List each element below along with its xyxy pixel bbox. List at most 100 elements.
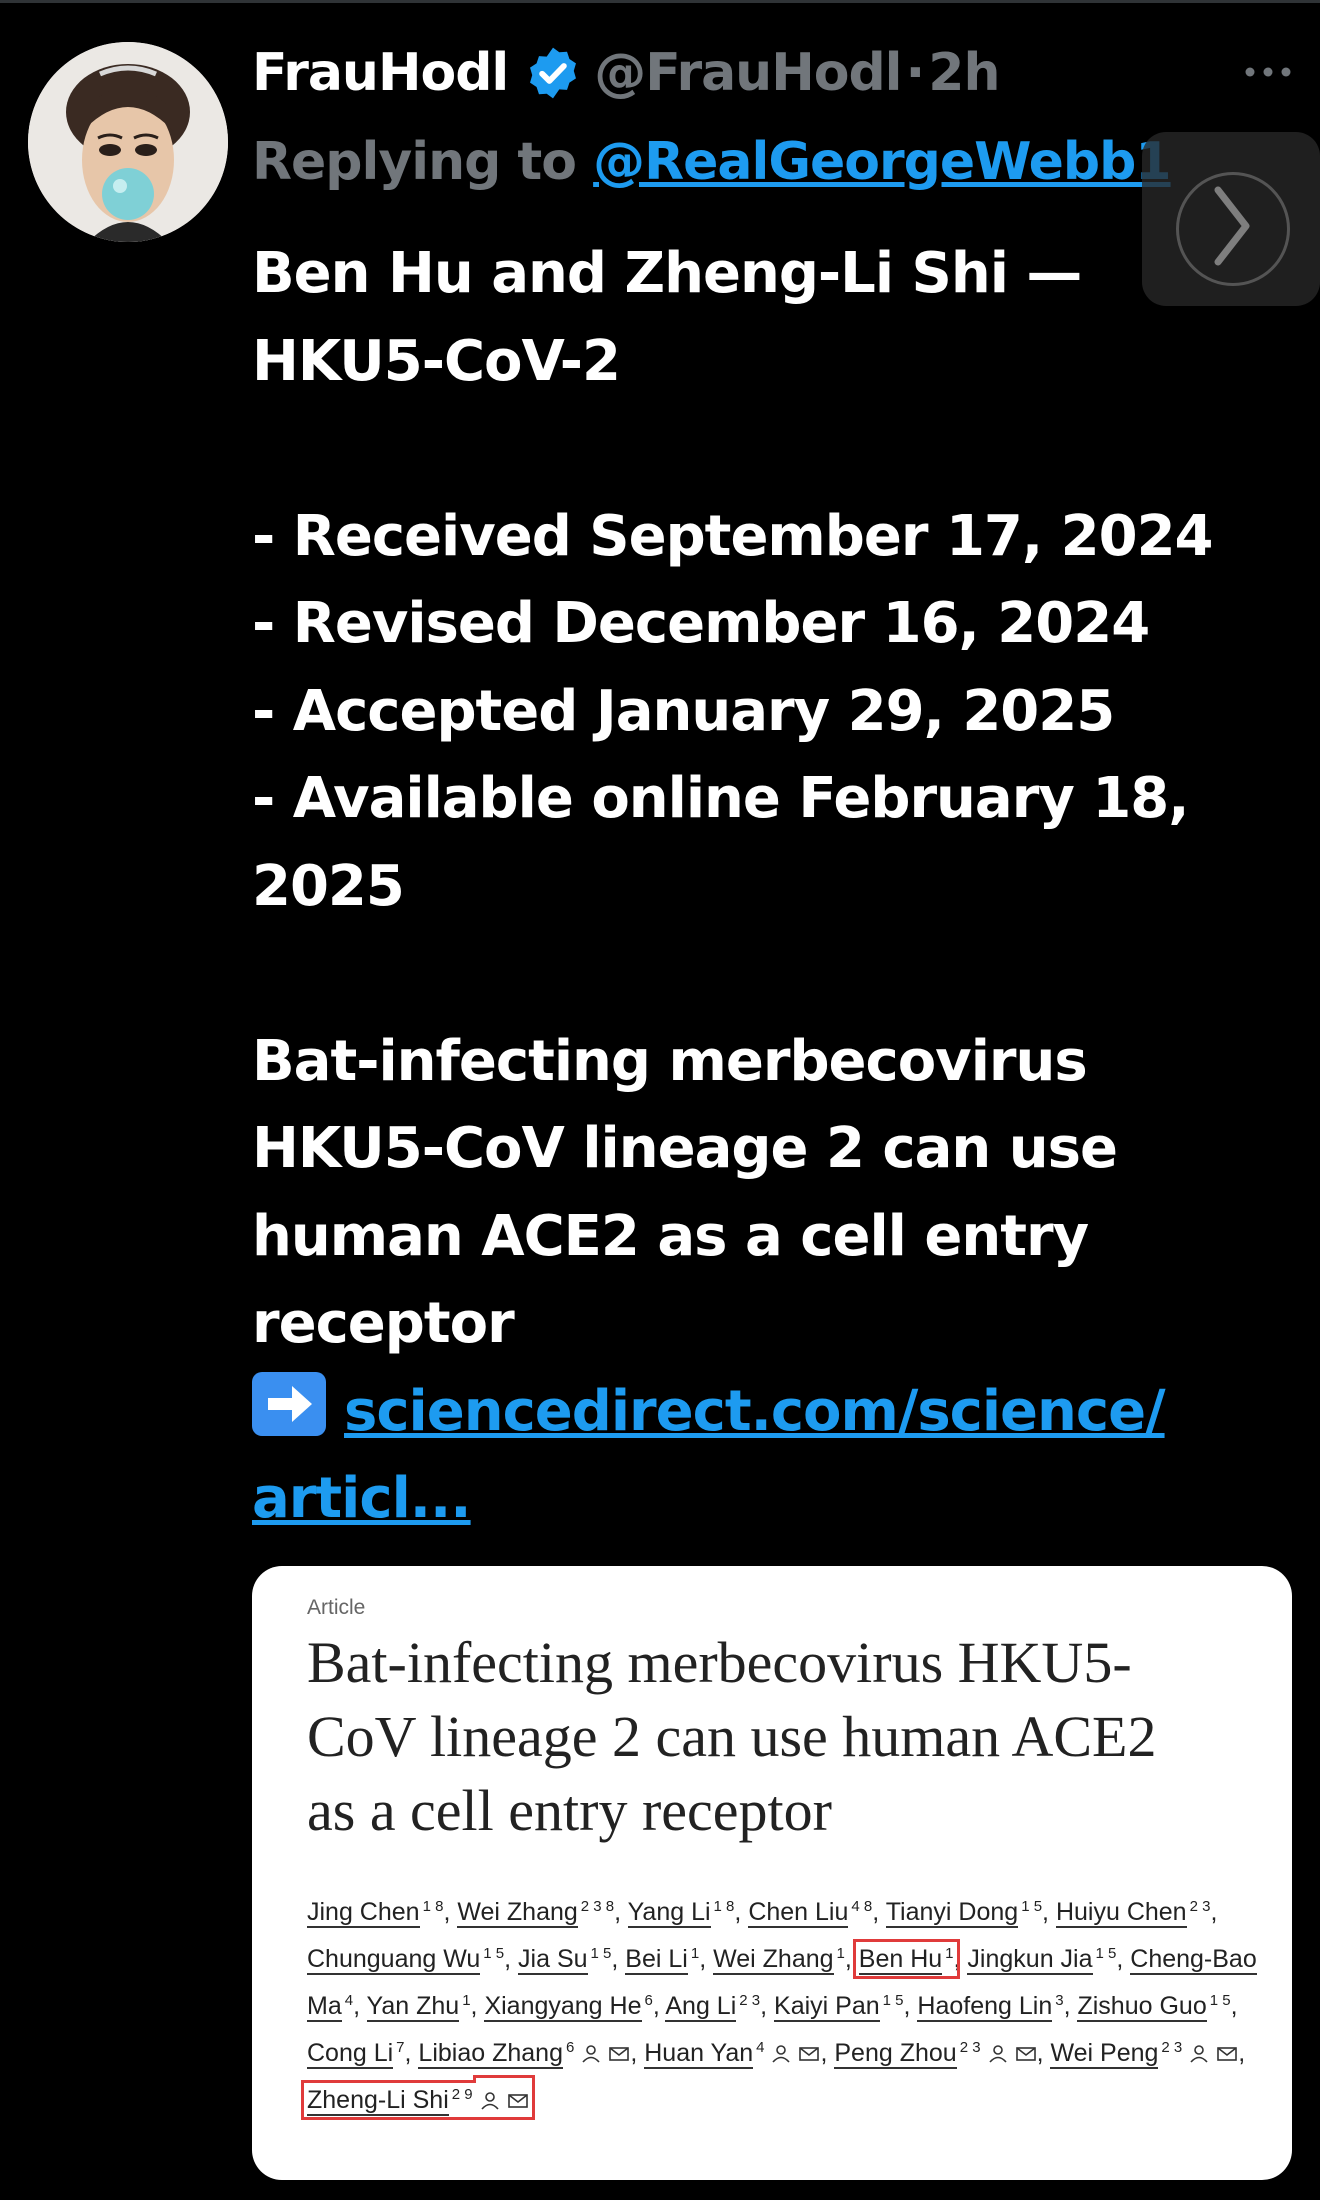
timestamp[interactable]: 2h bbox=[928, 43, 1000, 103]
mail-icon[interactable] bbox=[1216, 2034, 1238, 2061]
mail-icon[interactable] bbox=[608, 2034, 630, 2061]
author-affiliation: 2 3 bbox=[959, 2039, 981, 2056]
author-name[interactable]: Haofeng Lin bbox=[917, 1992, 1053, 2022]
article-title-line: CoV lineage 2 can use human ACE2 bbox=[307, 1704, 1157, 1769]
display-name[interactable]: FrauHodl bbox=[252, 43, 509, 103]
author-affiliation: 1 5 bbox=[590, 1945, 612, 1962]
author-name[interactable]: Huiyu Chen bbox=[1055, 1898, 1187, 1928]
author-entry[interactable]: Tianyi Dong 1 5 bbox=[885, 1898, 1042, 1928]
author-separator: , bbox=[630, 2039, 645, 2067]
author-name[interactable]: Peng Zhou bbox=[834, 2039, 957, 2069]
author-separator: , bbox=[1063, 1992, 1078, 2020]
author-name[interactable]: Chunguang Wu bbox=[307, 1945, 481, 1975]
right-arrow-emoji-icon bbox=[252, 1371, 326, 1436]
author-affiliation: 2 3 bbox=[1161, 2039, 1183, 2056]
author-entry[interactable]: Ben Hu 1 bbox=[852, 1939, 960, 1979]
author-name[interactable]: Huan Yan bbox=[644, 2039, 754, 2069]
author-name[interactable]: Bei Li bbox=[625, 1945, 688, 1975]
article-type-label: Article bbox=[307, 1596, 366, 1619]
avatar[interactable] bbox=[28, 42, 228, 242]
author-name[interactable]: Ben Hu bbox=[858, 1945, 943, 1975]
replying-to-label: Replying to bbox=[252, 132, 577, 192]
author-name[interactable]: Cong Li bbox=[307, 2039, 394, 2069]
author-separator: , bbox=[760, 1992, 775, 2020]
author-name[interactable]: Zishuo Guo bbox=[1077, 1992, 1207, 2022]
replying-to: Replying to @RealGeorgeWebb1 bbox=[252, 132, 1172, 192]
author-name[interactable]: Libiao Zhang bbox=[418, 2039, 563, 2069]
author-affiliation: 6 bbox=[565, 2039, 575, 2056]
author-separator: , bbox=[820, 2039, 835, 2067]
author-separator: , bbox=[1042, 1898, 1056, 1926]
author-affiliation: 2 3 bbox=[1189, 1898, 1211, 1915]
author-entry[interactable]: Cong Li 7 bbox=[307, 2039, 405, 2069]
handle[interactable]: @FrauHodl bbox=[594, 43, 902, 103]
author-affiliation: 1 8 bbox=[422, 1898, 444, 1915]
more-horizontal-icon[interactable] bbox=[1238, 52, 1298, 92]
author-entry[interactable]: Wei Zhang 1 bbox=[713, 1945, 845, 1975]
author-entry[interactable]: Jing Chen 1 8 bbox=[307, 1898, 444, 1928]
author-entry[interactable]: Ang Li 2 3 bbox=[665, 1992, 760, 2022]
replying-to-handle-link[interactable]: @RealGeorgeWebb1 bbox=[593, 132, 1171, 192]
author-entry[interactable]: Wei Peng 2 3 bbox=[1050, 2039, 1238, 2069]
tweet-header: FrauHodl @FrauHodl · 2h bbox=[252, 38, 1000, 108]
top-divider bbox=[0, 0, 1320, 3]
article-image-card[interactable]: Article Bat-infecting merbecovirus HKU5-… bbox=[252, 1566, 1292, 2180]
person-icon[interactable] bbox=[580, 2034, 602, 2063]
author-list: Jing Chen 1 8, Wei Zhang 2 3 8, Yang Li 1 8… bbox=[301, 1886, 1267, 2121]
person-icon[interactable] bbox=[1188, 2034, 1210, 2063]
author-entry[interactable]: Yan Zhu 1 bbox=[366, 1992, 471, 2022]
author-entry[interactable]: Yang Li 1 8 bbox=[627, 1898, 734, 1928]
author-entry[interactable]: Libiao Zhang 6 bbox=[418, 2039, 630, 2069]
article-link[interactable]: sciencedirect.com/science/ bbox=[344, 1379, 1166, 1444]
author-separator: , bbox=[953, 1945, 968, 1973]
author-name[interactable]: Yang Li bbox=[627, 1898, 711, 1928]
author-name[interactable]: Ang Li bbox=[665, 1992, 737, 2022]
author-name[interactable]: Kaiyi Pan bbox=[774, 1992, 880, 2022]
person-icon[interactable] bbox=[770, 2034, 792, 2063]
author-entry[interactable]: Huiyu Chen 2 3 bbox=[1055, 1898, 1211, 1928]
mail-icon[interactable] bbox=[1015, 2034, 1037, 2061]
article-title-line: Bat-infecting merbecovirus HKU5- bbox=[307, 1630, 1132, 1695]
author-separator: , bbox=[353, 1992, 367, 2020]
author-entry[interactable]: Zheng-Li Shi 2 9 bbox=[301, 2080, 535, 2120]
author-name[interactable]: Zheng-Li Shi bbox=[307, 2086, 449, 2116]
author-entry[interactable]: Huan Yan 4 bbox=[644, 2039, 820, 2069]
author-entry[interactable]: Peng Zhou 2 3 bbox=[834, 2039, 1036, 2069]
author-name[interactable]: Chen Liu bbox=[748, 1898, 849, 1928]
author-entry[interactable]: Zishuo Guo 1 5 bbox=[1077, 1992, 1231, 2022]
author-name[interactable]: Wei Peng bbox=[1050, 2039, 1159, 2069]
author-entry[interactable]: Chen Liu 4 8 bbox=[748, 1898, 872, 1928]
author-name[interactable]: Jing Chen bbox=[307, 1898, 420, 1928]
author-entry[interactable]: Haofeng Lin 3 bbox=[917, 1992, 1064, 2022]
mail-icon[interactable] bbox=[798, 2034, 820, 2061]
author-name[interactable]: Xiangyang He bbox=[484, 1992, 642, 2022]
author-name[interactable]: Wei Zhang bbox=[713, 1945, 834, 1975]
author-entry[interactable]: Kaiyi Pan 1 5 bbox=[774, 1992, 904, 2022]
author-entry[interactable]: Jingkun Jia 1 5 bbox=[967, 1945, 1116, 1975]
article-title: Bat-infecting merbecovirus HKU5- CoV lin… bbox=[307, 1626, 1267, 1848]
person-icon[interactable] bbox=[479, 2081, 501, 2110]
author-affiliation: 3 bbox=[1055, 1992, 1064, 2009]
person-icon[interactable] bbox=[987, 2034, 1009, 2063]
author-separator: , bbox=[470, 1992, 485, 2020]
author-name[interactable]: Wei Zhang bbox=[457, 1898, 578, 1928]
author-name[interactable]: Tianyi Dong bbox=[885, 1898, 1019, 1928]
mail-icon[interactable] bbox=[507, 2081, 529, 2108]
author-affiliation: 1 bbox=[690, 1945, 700, 1962]
verified-badge-icon bbox=[530, 47, 577, 99]
author-entry[interactable]: Jia Su 1 5 bbox=[518, 1945, 612, 1975]
author-name[interactable]: Jingkun Jia bbox=[967, 1945, 1093, 1975]
author-name[interactable]: Yan Zhu bbox=[366, 1992, 460, 2022]
tweet-line: HKU5-CoV lineage 2 can use bbox=[252, 1116, 1118, 1181]
author-separator: , bbox=[1036, 2039, 1051, 2067]
author-affiliation: 1 5 bbox=[882, 1992, 904, 2009]
author-separator: , bbox=[844, 1945, 859, 1973]
author-entry[interactable]: Chunguang Wu 1 5 bbox=[307, 1945, 504, 1975]
author-name[interactable]: Jia Su bbox=[518, 1945, 588, 1975]
author-affiliation: 1 bbox=[836, 1945, 845, 1962]
article-link-continued[interactable]: articl... bbox=[252, 1466, 472, 1531]
author-separator: , bbox=[652, 1992, 666, 2020]
author-entry[interactable]: Wei Zhang 2 3 8 bbox=[457, 1898, 614, 1928]
author-entry[interactable]: Xiangyang He 6 bbox=[484, 1992, 653, 2022]
author-entry[interactable]: Bei Li 1 bbox=[625, 1945, 700, 1975]
